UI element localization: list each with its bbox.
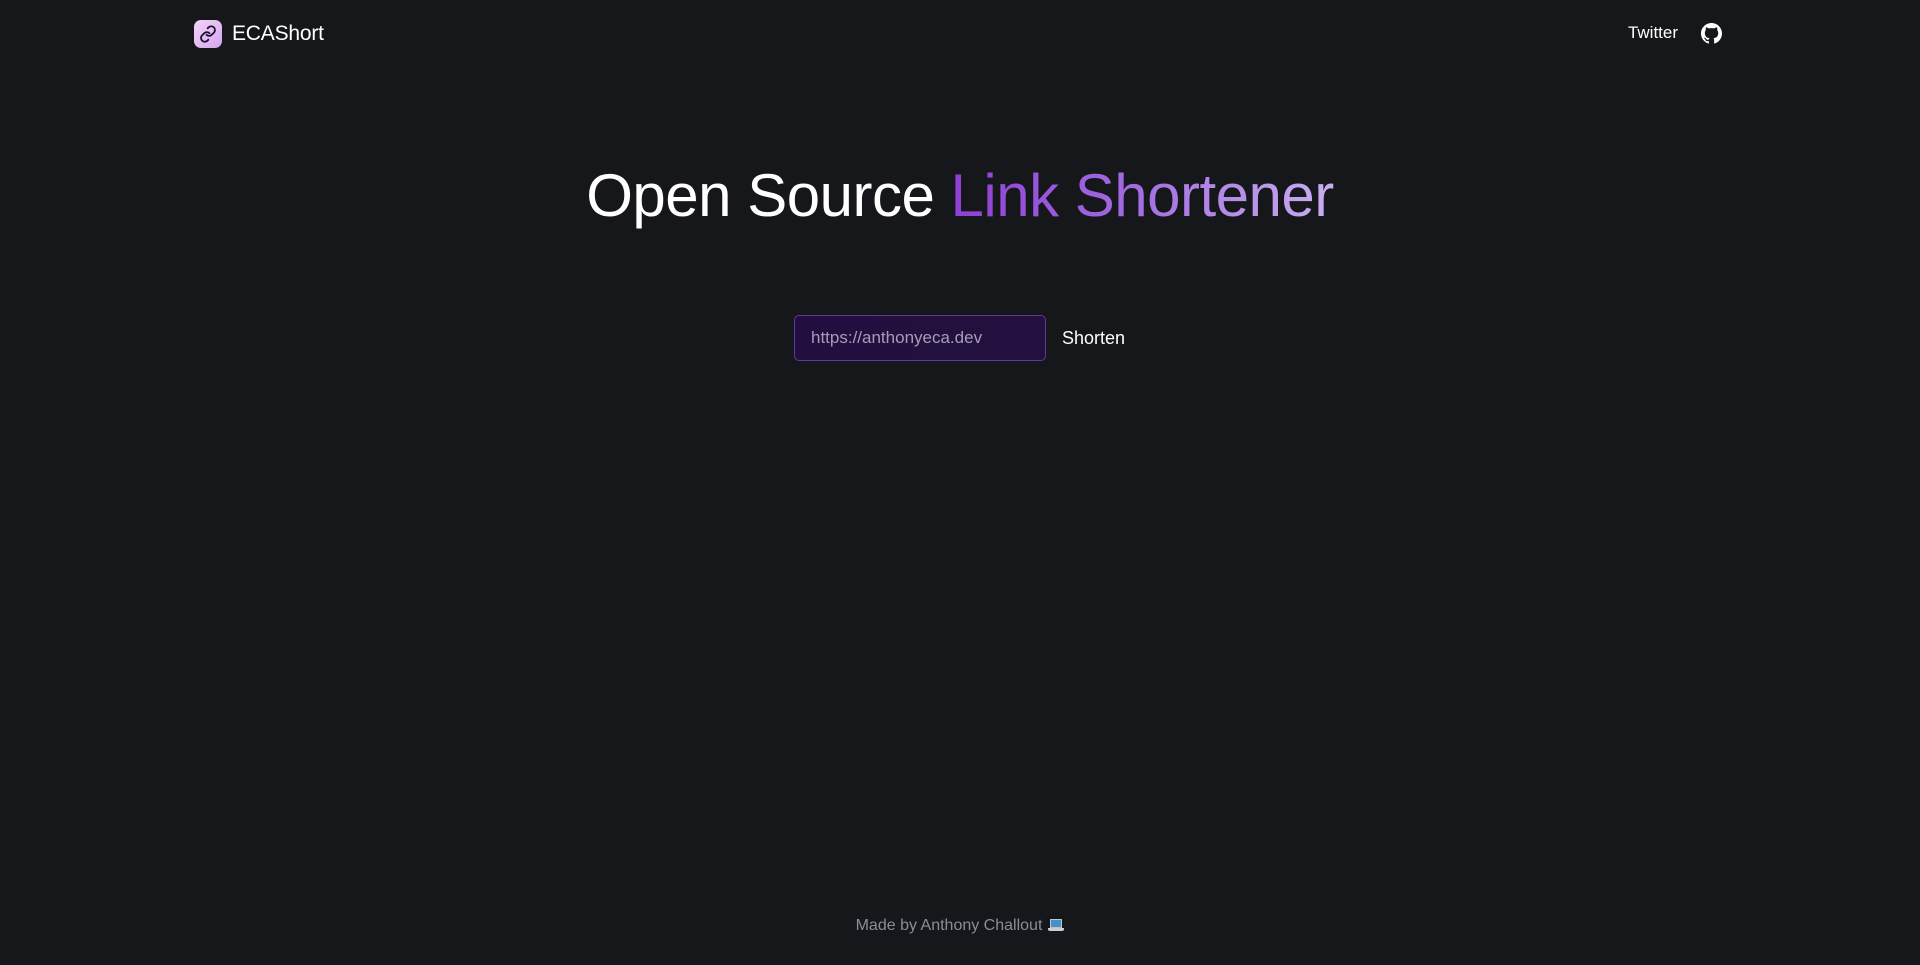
link-icon — [194, 20, 222, 48]
nav-links: Twitter — [1628, 22, 1722, 44]
page: ECAShort Twitter Open Source Link Shorte… — [0, 0, 1920, 965]
brand-home-link[interactable]: ECAShort — [194, 20, 324, 48]
shorten-form: Shorten — [794, 315, 1125, 361]
brand-name: ECAShort — [232, 22, 324, 45]
title-plain: Open Source — [586, 162, 951, 229]
page-title: Open Source Link Shortener — [0, 160, 1920, 232]
footer: Made by Anthony Challout — [0, 917, 1920, 935]
footer-credit: Made by Anthony Challout — [855, 917, 1043, 934]
laptop-icon — [1048, 919, 1065, 931]
title-accent: Link Shortener — [950, 162, 1335, 229]
url-input[interactable] — [794, 315, 1046, 361]
github-icon[interactable] — [1700, 22, 1722, 44]
top-nav: ECAShort Twitter — [0, 0, 1920, 70]
twitter-link[interactable]: Twitter — [1628, 23, 1678, 43]
shorten-button[interactable]: Shorten — [1062, 328, 1125, 349]
